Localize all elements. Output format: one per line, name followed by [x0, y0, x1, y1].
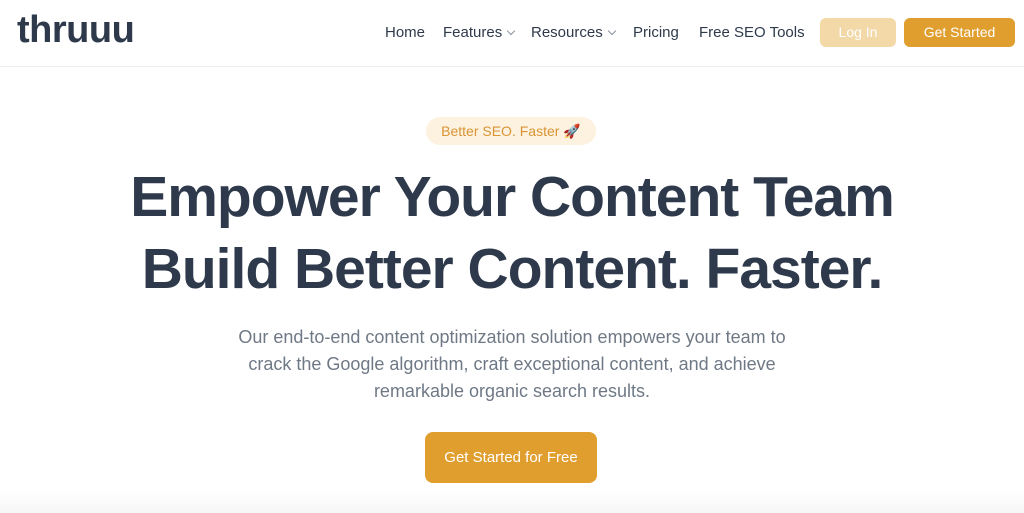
site-header: thruuu Home Features Resources Pricing F…	[0, 0, 1024, 67]
page: thruuu Home Features Resources Pricing F…	[0, 0, 1024, 513]
hero-badge-label: Better SEO. Faster	[441, 123, 560, 139]
nav-home[interactable]: Home	[385, 24, 425, 41]
hero-subtitle-line3: remarkable organic search results.	[373, 381, 651, 401]
get-started-button[interactable]: Get Started	[904, 18, 1015, 47]
hero-headline-line1: Empower Your Content Team	[130, 165, 895, 229]
get-started-free-button[interactable]: Get Started for Free	[425, 432, 597, 483]
nav-resources[interactable]: Resources	[531, 24, 616, 41]
section-divider	[0, 490, 1024, 513]
nav-features-label: Features	[443, 24, 503, 41]
hero-subtitle-line1: Our end-to-end content optimization solu…	[238, 327, 786, 347]
chevron-down-icon	[607, 26, 616, 36]
chevron-down-icon	[506, 26, 516, 36]
login-button[interactable]: Log In	[820, 18, 896, 47]
hero-badge: Better SEO. Faster 🚀	[426, 117, 596, 145]
nav-features[interactable]: Features	[443, 24, 516, 41]
hero-headline-line2: Build Better Content. Faster.	[141, 237, 884, 301]
hero-subtitle-line2: crack the Google algorithm, craft except…	[248, 354, 776, 374]
nav-pricing[interactable]: Pricing	[633, 24, 679, 41]
rocket-icon: 🚀	[563, 123, 581, 139]
logo[interactable]: thruuu	[17, 9, 135, 52]
nav-free-seo-tools[interactable]: Free SEO Tools	[699, 24, 805, 41]
nav-resources-label: Resources	[531, 24, 603, 41]
